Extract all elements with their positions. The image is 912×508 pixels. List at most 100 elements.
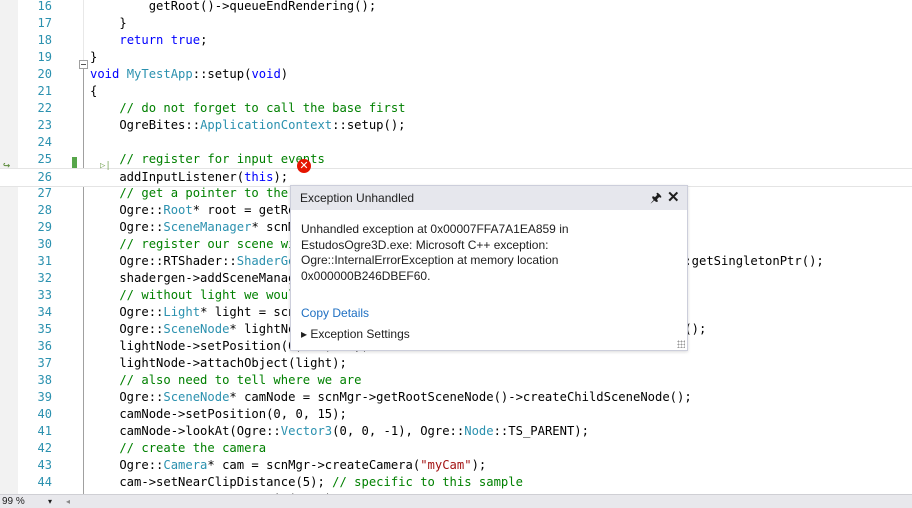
code-text[interactable]: getRoot()->queueEndRendering();: [90, 0, 376, 15]
line-number: 18: [37, 33, 52, 47]
code-token: Ogre::: [90, 220, 164, 234]
code-token: OgreBites::: [90, 118, 201, 132]
code-token: {: [90, 84, 98, 98]
code-token: camNode->setPosition(0, 0, 15);: [90, 407, 347, 421]
code-text[interactable]: camNode->lookAt(Ogre::Vector3(0, 0, -1),…: [90, 423, 589, 440]
chevron-right-icon: ▸: [301, 327, 311, 341]
code-token: ;: [200, 33, 208, 47]
line-number: 28: [37, 203, 52, 217]
code-token: );: [471, 458, 487, 472]
run-to-click-icon[interactable]: ▷|: [100, 160, 111, 172]
code-line[interactable]: 37 lightNode->attachObject(light);: [0, 355, 912, 372]
close-icon[interactable]: ✕: [667, 188, 680, 206]
zoom-level[interactable]: 99 %: [2, 495, 25, 508]
code-line[interactable]: 40 camNode->setPosition(0, 0, 15);: [0, 406, 912, 423]
popup-header: Exception Unhandled 🖈 ✕: [291, 186, 687, 210]
resize-grip[interactable]: [677, 340, 685, 348]
line-number: 40: [37, 407, 52, 421]
code-text[interactable]: // register for input events: [90, 151, 324, 168]
code-line[interactable]: 17 }: [0, 15, 912, 32]
line-number: 34: [37, 305, 52, 319]
code-text[interactable]: Ogre::Camera* cam = scnMgr->createCamera…: [90, 457, 486, 474]
line-number: 21: [37, 84, 52, 98]
code-text[interactable]: void MyTestApp::setup(void): [90, 66, 288, 83]
line-number: 35: [37, 322, 52, 336]
popup-title: Exception Unhandled: [300, 191, 415, 205]
line-number: 20: [37, 67, 52, 81]
line-number: 16: [37, 0, 52, 13]
exception-message: Unhandled exception at 0x00007FFA7A1EA85…: [301, 222, 569, 283]
code-line[interactable]: 25 // register for input events: [0, 151, 912, 168]
code-line[interactable]: 19}: [0, 49, 912, 66]
line-number: 31: [37, 254, 52, 268]
code-text[interactable]: {: [90, 83, 97, 100]
code-text[interactable]: }: [90, 15, 127, 32]
code-token: Vector3: [280, 424, 333, 438]
code-text[interactable]: // create the camera: [90, 440, 266, 457]
code-text[interactable]: lightNode->attachObject(light);: [90, 355, 347, 372]
line-number: 32: [37, 271, 52, 285]
code-token: void: [90, 67, 127, 81]
code-line[interactable]: 38 // also need to tell where we are: [0, 372, 912, 389]
code-token: // also need to tell where we are: [90, 373, 362, 387]
code-token: Ogre::RTShader::: [90, 254, 237, 268]
code-token: * cam = scnMgr->createCamera(: [207, 458, 421, 472]
scroll-left-icon[interactable]: ◂: [66, 495, 70, 508]
code-line[interactable]: 24: [0, 134, 912, 151]
pin-icon[interactable]: 🖈: [650, 189, 662, 211]
code-token: this: [244, 170, 274, 184]
copy-details-link[interactable]: Copy Details: [301, 306, 369, 320]
code-token: return true: [119, 33, 201, 47]
code-line[interactable]: 43 Ogre::Camera* cam = scnMgr->createCam…: [0, 457, 912, 474]
code-line[interactable]: 22 // do not forget to call the base fir…: [0, 100, 912, 117]
code-token: ApplicationContext: [200, 118, 333, 132]
code-token: Ogre::: [90, 458, 164, 472]
line-number: 43: [37, 458, 52, 472]
code-text[interactable]: cam->setNearClipDistance(5); // specific…: [90, 474, 523, 491]
code-token: lightNode->attachObject(light);: [90, 356, 347, 370]
line-number: 29: [37, 220, 52, 234]
line-number: 33: [37, 288, 52, 302]
code-token: void: [251, 67, 281, 81]
code-text[interactable]: }: [90, 49, 97, 66]
line-number: 17: [37, 16, 52, 30]
line-number: 39: [37, 390, 52, 404]
line-number: 26: [37, 170, 52, 184]
code-line[interactable]: 21 {: [0, 83, 912, 100]
code-line[interactable]: 44 cam->setNearClipDistance(5); // speci…: [0, 474, 912, 491]
code-text[interactable]: OgreBites::ApplicationContext::setup();: [90, 117, 406, 134]
code-token: camNode->lookAt(Ogre::: [90, 424, 281, 438]
line-number: 41: [37, 424, 52, 438]
code-token: SceneNode: [163, 322, 230, 336]
error-icon: ✕: [297, 159, 311, 173]
code-text[interactable]: camNode->setPosition(0, 0, 15);: [90, 406, 347, 423]
code-line[interactable]: 20 void MyTestApp::setup(void): [0, 66, 912, 83]
code-text[interactable]: Ogre::SceneNode* camNode = scnMgr->getRo…: [90, 389, 692, 406]
code-line[interactable]: 39 Ogre::SceneNode* camNode = scnMgr->ge…: [0, 389, 912, 406]
code-token: Root: [163, 203, 193, 217]
code-token: ::setup(: [192, 67, 252, 81]
exception-settings-toggle[interactable]: ▸ Exception Settings: [301, 327, 410, 341]
chevron-down-icon[interactable]: ▾: [48, 495, 52, 508]
code-token: cam->setNearClipDistance(5);: [90, 475, 333, 489]
code-token: ::setup();: [332, 118, 406, 132]
code-line[interactable]: 41 camNode->lookAt(Ogre::Vector3(0, 0, -…: [0, 423, 912, 440]
code-text[interactable]: addInputListener(this);: [90, 169, 288, 186]
code-token: addInputListener(: [90, 170, 245, 184]
code-token: Ogre::: [90, 203, 164, 217]
editor-status-bar: 99 % ▾ ◂: [0, 494, 912, 508]
code-line[interactable]: 16 getRoot()->queueEndRendering();: [0, 0, 912, 15]
code-text[interactable]: // also need to tell where we are: [90, 372, 362, 389]
code-token: }: [90, 16, 127, 30]
code-token: Light: [163, 305, 201, 319]
code-token: * camNode = scnMgr->getRootSceneNode()->…: [229, 390, 692, 404]
code-text[interactable]: // do not forget to call the base first: [90, 100, 405, 117]
code-line[interactable]: 42 // create the camera: [0, 440, 912, 457]
code-token: Ogre::: [90, 390, 164, 404]
code-text[interactable]: return true;: [90, 32, 207, 49]
code-line[interactable]: 23 OgreBites::ApplicationContext::setup(…: [0, 117, 912, 134]
code-line[interactable]: 18 return true;: [0, 32, 912, 49]
line-number: 27: [37, 186, 52, 200]
code-token: SceneNode: [163, 390, 230, 404]
